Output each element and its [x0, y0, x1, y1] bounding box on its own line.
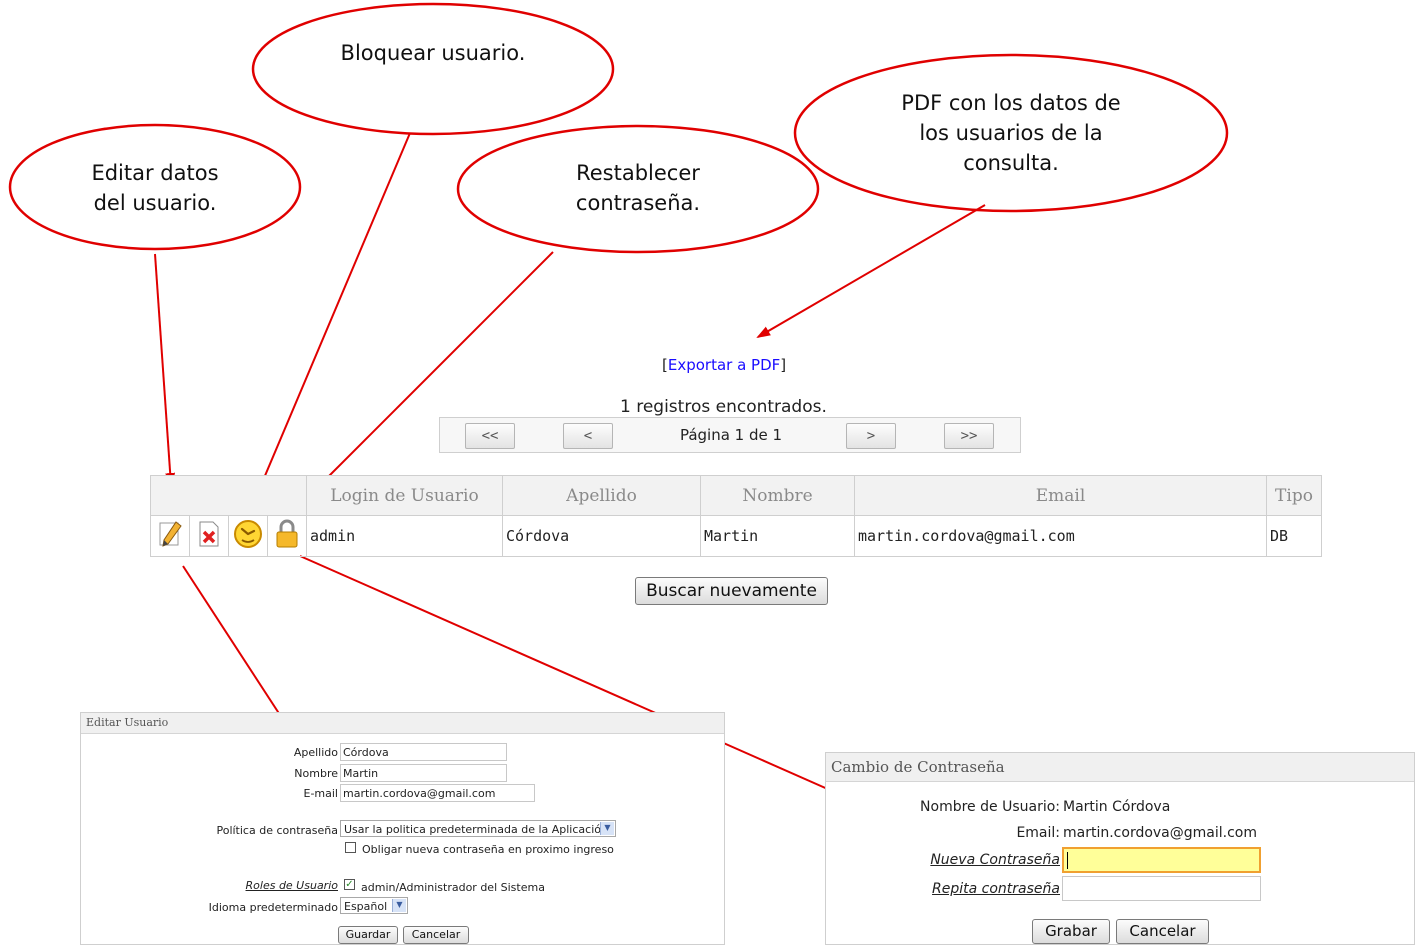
force-change-checkbox[interactable]	[345, 842, 356, 853]
username-value: Martin Córdova	[1063, 799, 1171, 815]
col-header-tipo[interactable]: Tipo	[1266, 475, 1322, 516]
username-label: Nombre de Usuario:	[920, 799, 1060, 815]
users-table-header: Login de Usuario Apellido Nombre Email T…	[150, 475, 1322, 516]
export-pdf-link[interactable]: Exportar a PDF	[668, 356, 780, 374]
callout-pdf-text: PDF con los datos de los usuarios de la …	[901, 91, 1121, 175]
cancel-password-button[interactable]: Cancelar	[1116, 919, 1209, 944]
first-page-button[interactable]: <<	[465, 423, 515, 449]
arrow-pdf	[756, 204, 986, 339]
next-page-button[interactable]: >	[846, 423, 896, 449]
callout-reset-text: Restablecer contraseña.	[575, 161, 701, 215]
edit-user-panel: Editar Usuario Apellido Córdova Nombre M…	[80, 712, 725, 945]
arrow-block	[255, 132, 411, 499]
change-password-panel: Cambio de Contraseña Nombre de Usuario: …	[825, 752, 1415, 945]
chevron-down-icon: ▼	[600, 822, 614, 835]
clock-icon[interactable]	[232, 518, 264, 550]
callout-block-bubble	[251, 2, 615, 136]
block-user-cell	[228, 515, 268, 557]
edit-user-title: Editar Usuario	[81, 713, 724, 734]
apellido-input[interactable]: Córdova	[340, 743, 507, 761]
email-input[interactable]: martin.cordova@gmail.com	[340, 784, 535, 802]
callout-edit-text: Editar datos del usuario.	[91, 161, 219, 215]
export-link-line: [Exportar a PDF]	[662, 356, 786, 374]
arrow-reset	[298, 251, 554, 507]
language-select[interactable]: Español ▼	[340, 897, 408, 914]
nombre-label: Nombre	[294, 767, 338, 780]
export-bracket-close: ]	[780, 356, 787, 374]
col-header-apellido[interactable]: Apellido	[502, 475, 701, 516]
lock-icon[interactable]	[273, 518, 301, 550]
cell-login: admin	[306, 515, 503, 557]
policy-label: Política de contraseña	[216, 824, 338, 837]
cell-tipo: DB	[1266, 515, 1322, 557]
col-header-login[interactable]: Login de Usuario	[306, 475, 503, 516]
apellido-label: Apellido	[293, 746, 338, 759]
pagination-bar: << < Página 1 de 1 > >>	[439, 417, 1021, 453]
text-cursor	[1067, 852, 1068, 869]
col-header-nombre[interactable]: Nombre	[700, 475, 855, 516]
repeat-password-label[interactable]: Repita contraseña	[846, 881, 1060, 897]
role-admin-label: admin/Administrador del Sistema	[361, 881, 545, 894]
arrow-edit	[154, 253, 176, 487]
callout-block-text: Bloquear usuario.	[340, 41, 526, 65]
actions-header	[150, 475, 307, 516]
users-table: Login de Usuario Apellido Nombre Email T…	[150, 475, 1322, 557]
delete-user-cell	[189, 515, 229, 557]
email-value: martin.cordova@gmail.com	[1063, 825, 1257, 841]
results-count: 1 registros encontrados.	[620, 397, 827, 417]
pencil-icon[interactable]	[156, 519, 184, 549]
search-again-button[interactable]: Buscar nuevamente	[635, 577, 828, 605]
cell-email: martin.cordova@gmail.com	[854, 515, 1267, 557]
nombre-input[interactable]: Martin	[340, 764, 507, 782]
roles-link[interactable]: Roles de Usuario	[161, 879, 338, 892]
delete-icon[interactable]	[195, 519, 223, 549]
email-label: Email:	[1016, 825, 1060, 841]
chevron-down-icon: ▼	[392, 899, 406, 912]
prev-page-button[interactable]: <	[563, 423, 613, 449]
new-password-input[interactable]	[1062, 847, 1261, 873]
cancel-button[interactable]: Cancelar	[403, 926, 469, 944]
grabar-button[interactable]: Grabar	[1032, 919, 1110, 944]
page-info: Página 1 de 1	[679, 426, 783, 444]
table-row: admin Córdova Martin martin.cordova@gmai…	[150, 515, 1322, 557]
force-change-label: Obligar nueva contraseña en proximo ingr…	[362, 843, 614, 856]
save-button[interactable]: Guardar	[338, 926, 398, 944]
col-header-email[interactable]: Email	[854, 475, 1267, 516]
change-password-title: Cambio de Contraseña	[826, 753, 1414, 782]
last-page-button[interactable]: >>	[944, 423, 994, 449]
edit-user-cell	[150, 515, 190, 557]
repeat-password-input[interactable]	[1062, 876, 1261, 901]
cell-nombre: Martin	[700, 515, 855, 557]
email-label: E-mail	[303, 787, 339, 800]
role-admin-checkbox[interactable]: ✓	[344, 879, 355, 890]
policy-value: Usar la politica predeterminada de la Ap…	[344, 823, 608, 836]
new-password-label[interactable]: Nueva Contraseña	[846, 852, 1060, 868]
policy-select[interactable]: Usar la politica predeterminada de la Ap…	[340, 820, 616, 837]
language-label: Idioma predeterminado	[208, 901, 338, 914]
language-value: Español	[344, 900, 388, 913]
cell-apellido: Córdova	[502, 515, 701, 557]
reset-password-cell	[267, 515, 307, 557]
